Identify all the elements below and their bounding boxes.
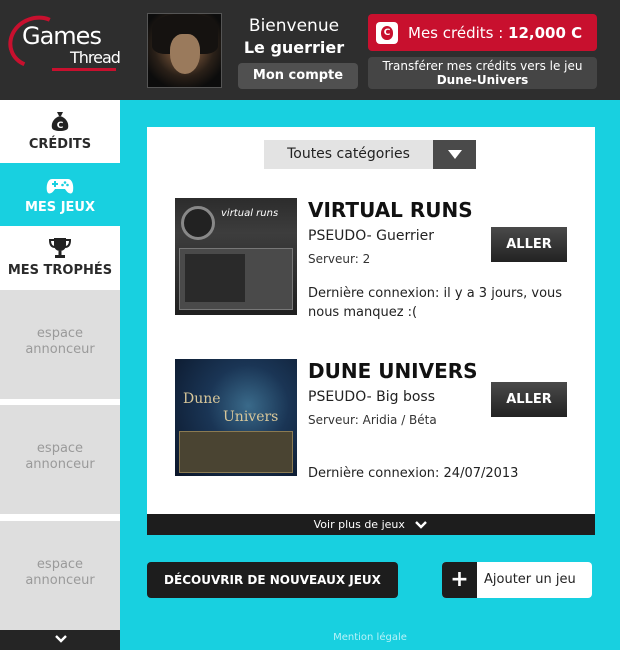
plus-icon: + bbox=[442, 562, 477, 598]
credits-box[interactable]: C Mes crédits : 12,000 C bbox=[368, 14, 597, 51]
go-button[interactable]: ALLER bbox=[491, 227, 567, 262]
list-item: virtual runs VIRTUAL RUNS PSEUDO- Guerri… bbox=[175, 198, 575, 320]
transfer-game-name: Dune-Univers bbox=[436, 73, 529, 87]
games-list-card: Toutes catégories virtual runs VIRTUAL R… bbox=[147, 127, 595, 535]
svg-text:C: C bbox=[57, 121, 64, 131]
my-account-button[interactable]: Mon compte bbox=[238, 63, 358, 89]
game-pseudo: PSEUDO- Big boss bbox=[308, 389, 435, 405]
add-game-button[interactable]: + Ajouter un jeu bbox=[442, 562, 592, 598]
credits-label: Mes crédits : bbox=[408, 24, 509, 42]
ad-space[interactable]: espace annonceur bbox=[0, 521, 120, 630]
game-last-login: Dernière connexion: 24/07/2013 bbox=[308, 466, 519, 481]
welcome-text: Bienvenue bbox=[248, 16, 340, 36]
see-more-label: Voir plus de jeux bbox=[313, 518, 405, 531]
game-pseudo: PSEUDO- Guerrier bbox=[308, 228, 434, 244]
category-select-value: Toutes catégories bbox=[287, 146, 410, 162]
username: Le guerrier bbox=[243, 38, 345, 57]
sidebar-scroll-down-button[interactable] bbox=[0, 630, 120, 650]
add-game-label: Ajouter un jeu bbox=[484, 572, 576, 587]
money-bag-icon: C bbox=[48, 110, 72, 134]
game-last-login: Dernière connexion: il y a 3 jours, vous… bbox=[308, 286, 563, 320]
transfer-credits-button[interactable]: Transférer mes crédits vers le jeu Dune-… bbox=[368, 57, 597, 89]
games-thread-logo[interactable]: Games Thread bbox=[0, 7, 121, 77]
game-thumbnail[interactable]: virtual runs bbox=[175, 198, 297, 315]
sidebar-item-label: MES TROPHÉS bbox=[7, 263, 113, 278]
legal-notice-link[interactable]: Mention légale bbox=[120, 632, 620, 643]
logo-underline bbox=[52, 68, 116, 71]
game-server: Serveur: 2 bbox=[308, 252, 371, 266]
game-title[interactable]: VIRTUAL RUNS bbox=[308, 198, 473, 222]
chevron-down-icon bbox=[414, 520, 428, 530]
credits-value: 12,000 C bbox=[508, 24, 583, 42]
sidebar-item-label: MES JEUX bbox=[24, 200, 95, 215]
sidebar-item-my-trophies[interactable]: MES TROPHÉS bbox=[0, 226, 120, 289]
discover-new-games-button[interactable]: DÉCOUVRIR DE NOUVEAUX JEUX bbox=[147, 562, 398, 598]
logo-text-thread: Thread bbox=[70, 48, 121, 67]
sidebar-item-my-games[interactable]: MES JEUX bbox=[0, 163, 120, 226]
credits-text: Mes crédits : 12,000 C bbox=[408, 24, 582, 42]
sidebar-item-label: CRÉDITS bbox=[28, 137, 92, 152]
trophy-icon bbox=[48, 236, 72, 260]
logo-text-games: Games bbox=[22, 22, 102, 50]
dropdown-arrow-icon[interactable] bbox=[433, 140, 476, 169]
header: Games Thread Bienvenue Le guerrier Mon c… bbox=[0, 0, 620, 100]
avatar[interactable] bbox=[147, 13, 222, 88]
sidebar: C CRÉDITS MES JEUX MES TROPHÉS espace an… bbox=[0, 100, 120, 650]
go-button[interactable]: ALLER bbox=[491, 382, 567, 417]
list-item: Dune Univers DUNE UNIVERS PSEUDO- Big bo… bbox=[175, 359, 575, 481]
chevron-down-icon bbox=[54, 634, 68, 644]
category-select[interactable]: Toutes catégories bbox=[264, 140, 476, 169]
game-server: Serveur: Aridia / Béta bbox=[308, 413, 437, 427]
gamepad-icon bbox=[46, 173, 74, 197]
ad-space[interactable]: espace annonceur bbox=[0, 290, 120, 399]
credits-bag-icon: C bbox=[376, 22, 398, 44]
game-title[interactable]: DUNE UNIVERS bbox=[308, 359, 478, 383]
transfer-label: Transférer mes crédits vers le jeu bbox=[382, 59, 583, 73]
game-thumbnail[interactable]: Dune Univers bbox=[175, 359, 297, 476]
sidebar-item-credits[interactable]: C CRÉDITS bbox=[0, 100, 120, 163]
see-more-games-button[interactable]: Voir plus de jeux bbox=[147, 514, 595, 535]
ad-space[interactable]: espace annonceur bbox=[0, 405, 120, 514]
